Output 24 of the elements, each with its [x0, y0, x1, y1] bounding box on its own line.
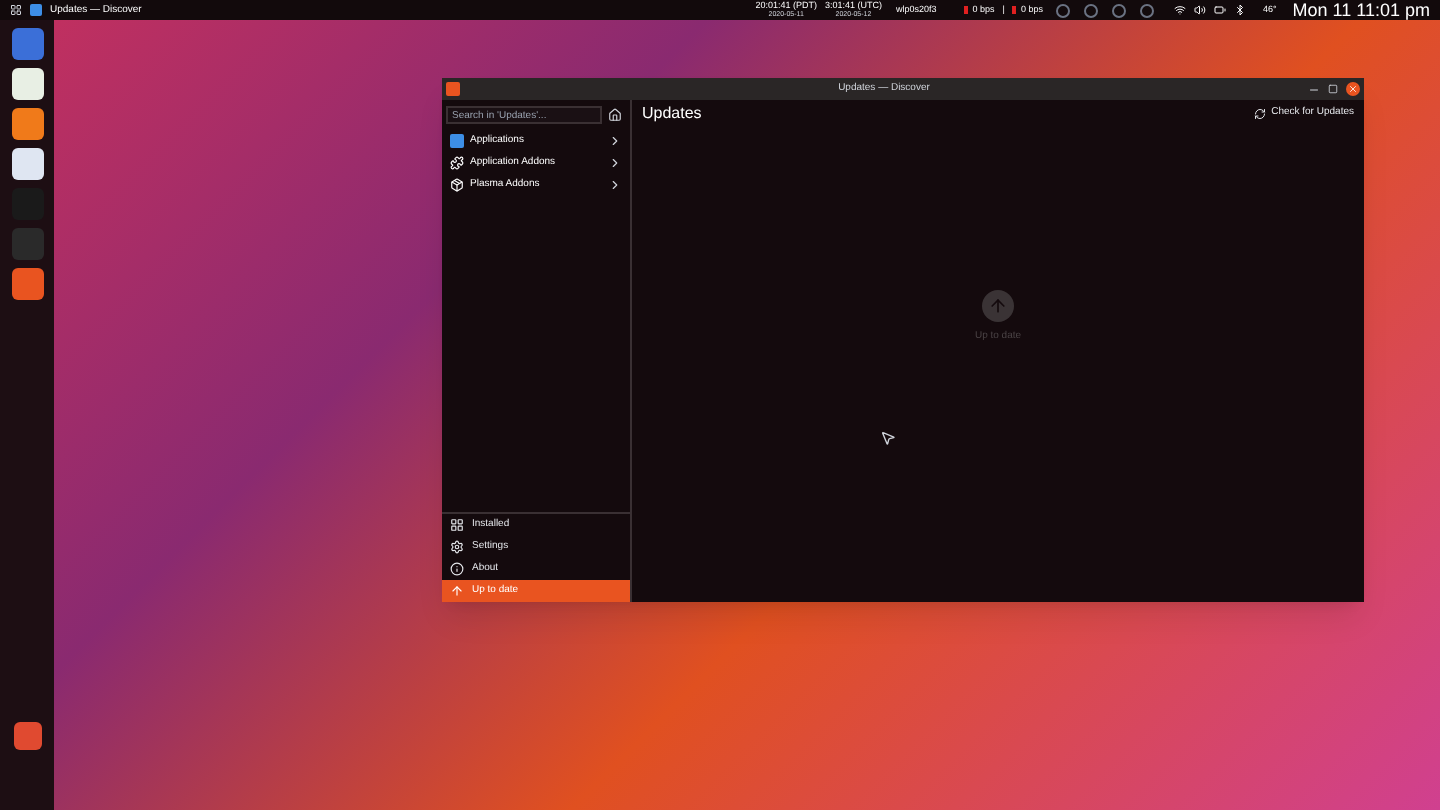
bluetooth-icon[interactable]	[1234, 4, 1247, 16]
settings-icon	[450, 540, 464, 554]
mouse-cursor-icon	[880, 429, 896, 445]
battery-icon[interactable]	[1214, 4, 1227, 16]
grid-icon	[450, 518, 464, 532]
minimize-icon[interactable]	[1308, 83, 1320, 95]
home-icon[interactable]	[608, 108, 622, 122]
info-icon	[450, 562, 464, 576]
arrow-up-icon	[450, 584, 464, 598]
puzzle-icon	[450, 156, 464, 170]
package-icon	[450, 178, 464, 192]
apps-grid-icon[interactable]	[10, 4, 22, 16]
close-button[interactable]	[1346, 82, 1360, 96]
wifi-icon[interactable]	[1174, 4, 1187, 16]
page-title: Updates	[642, 101, 704, 125]
datetime[interactable]: Mon 11 11:01 pm	[1292, 1, 1430, 19]
volume-icon[interactable]	[1194, 4, 1207, 16]
dock-app-icon[interactable]	[11, 68, 43, 100]
dock-app-icon[interactable]	[11, 108, 43, 140]
app-icon	[30, 4, 42, 16]
dock-app-icon[interactable]	[11, 148, 43, 180]
discover-logo-icon	[446, 82, 460, 96]
maximize-icon[interactable]	[1328, 84, 1338, 94]
refresh-icon	[1253, 107, 1266, 119]
